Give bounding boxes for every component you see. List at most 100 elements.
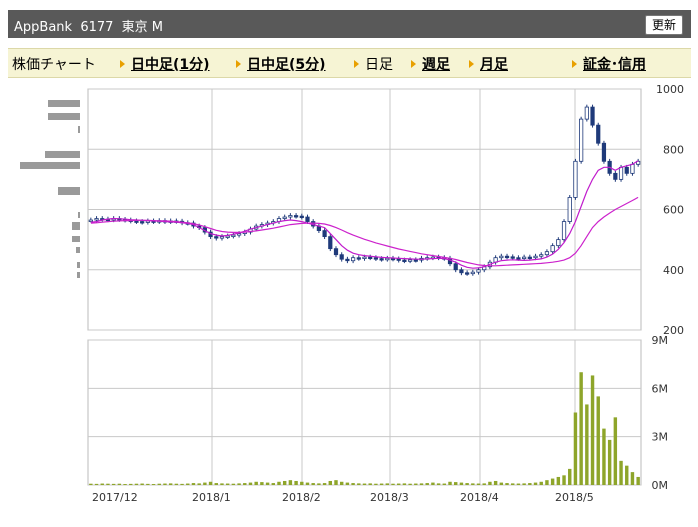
price-volume-bar — [76, 247, 80, 253]
volume-y-tick-label: 6M — [652, 382, 669, 395]
candle — [407, 259, 413, 262]
volume-bar — [516, 483, 521, 485]
volume-bar — [163, 483, 167, 485]
candle — [573, 160, 578, 198]
volume-bar — [505, 483, 509, 485]
candle — [328, 236, 333, 250]
volume-bar — [328, 480, 333, 485]
y-tick-label: 600 — [663, 204, 684, 217]
volume-bar — [607, 439, 612, 485]
candle — [288, 215, 293, 218]
volume-bar — [425, 483, 429, 485]
volume-bar — [396, 483, 401, 485]
candle — [356, 257, 361, 260]
volume-bar — [402, 483, 407, 485]
price-volume-bar — [48, 113, 80, 120]
volume-bar — [465, 483, 469, 485]
candle — [368, 256, 373, 259]
candle — [345, 258, 350, 262]
volume-bar — [134, 483, 139, 485]
volume-bar — [431, 482, 435, 485]
volume-y-tick-label: 3M — [652, 431, 669, 444]
volume-bar — [590, 375, 595, 485]
y-tick-label: 1000 — [656, 83, 684, 96]
x-tick-label: 2017/12 — [92, 491, 138, 504]
volume-bar — [459, 482, 464, 485]
volume-bar — [579, 372, 583, 485]
volume-bar — [123, 484, 127, 485]
candle — [556, 239, 561, 247]
volume-bar — [545, 480, 549, 485]
volume-bar — [419, 483, 424, 485]
candle — [618, 166, 624, 180]
volume-bar — [94, 483, 99, 485]
volume-bar — [243, 483, 247, 485]
candle — [396, 258, 401, 261]
candle — [214, 236, 219, 239]
candle — [504, 255, 510, 259]
volume-y-tick-label: 0M — [652, 479, 669, 492]
volume-bar — [186, 483, 190, 485]
volume-bar — [357, 483, 361, 485]
candle — [522, 256, 527, 259]
volume-bar — [436, 483, 441, 485]
volume-bar — [408, 483, 412, 485]
volume-bar — [288, 480, 293, 485]
volume-y-tick-label: 9M — [652, 334, 669, 347]
volume-bar — [157, 483, 161, 485]
volume-bar — [511, 483, 515, 485]
volume-bar — [619, 460, 623, 485]
candle — [584, 106, 589, 120]
candle — [339, 254, 344, 260]
price-volume-bar — [45, 151, 80, 158]
volume-bar — [339, 481, 344, 485]
volume-bar — [539, 481, 543, 485]
volume-bar — [414, 483, 418, 485]
candle — [305, 216, 310, 222]
volume-bar — [602, 428, 606, 485]
volume-bar — [100, 483, 104, 485]
volume-bar — [282, 480, 287, 485]
volume-bar — [180, 483, 184, 485]
volume-bar — [345, 482, 350, 485]
volume-bar — [146, 483, 150, 485]
volume-bar — [277, 481, 281, 485]
volume-bar — [368, 483, 372, 485]
volume-bar — [106, 483, 110, 485]
candle — [88, 219, 93, 222]
volume-bar — [442, 483, 447, 485]
candle — [499, 255, 504, 259]
volume-bar — [625, 465, 629, 485]
volume-bar — [151, 484, 156, 485]
candle — [470, 271, 475, 275]
volume-bar — [225, 483, 230, 485]
volume-bar — [585, 404, 589, 485]
candle — [476, 269, 481, 273]
volume-bar — [260, 482, 264, 485]
candle — [624, 166, 629, 174]
candle — [231, 234, 236, 238]
candle — [385, 257, 390, 261]
volume-bar — [568, 468, 572, 485]
candle — [402, 259, 407, 263]
candle — [590, 106, 595, 126]
candle — [510, 256, 515, 259]
candle — [630, 163, 635, 174]
stock-chart: 2017/12 2018/1 2018/2 2018/3 2018/4 2018/5 100… — [20, 83, 684, 504]
volume-bar — [493, 480, 498, 485]
candle — [567, 197, 572, 222]
volume-bar — [254, 481, 258, 485]
price-volume-bar — [78, 126, 80, 133]
volume-bar — [305, 482, 310, 485]
price-volume-bar — [77, 272, 80, 278]
volume-bar — [334, 480, 338, 485]
candle — [561, 221, 567, 241]
candle — [282, 216, 287, 219]
volume-bar — [322, 483, 327, 485]
volume-bar — [391, 483, 395, 485]
volume-bar — [522, 483, 526, 485]
volume-bar — [630, 472, 635, 485]
volume-bar — [499, 482, 504, 485]
candle — [613, 172, 618, 180]
volume-bar — [556, 476, 561, 485]
